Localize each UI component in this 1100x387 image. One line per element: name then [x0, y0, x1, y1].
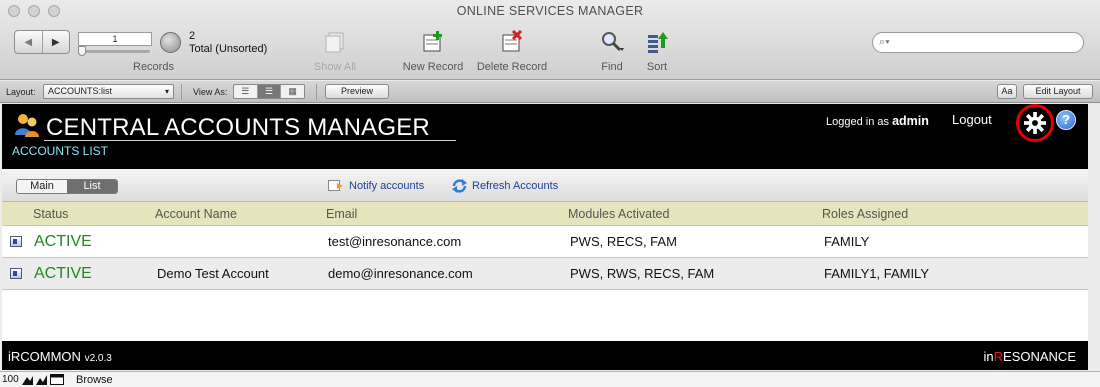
- sort-label: Sort: [646, 61, 668, 73]
- list-view-icon[interactable]: ☰: [257, 85, 282, 98]
- brand-highlight: R: [993, 349, 1004, 364]
- column-header-email: Email: [326, 207, 358, 221]
- record-count: 2: [189, 30, 196, 42]
- users-icon: [15, 114, 39, 137]
- record-pie-icon: [160, 32, 181, 53]
- app-footer: iRCOMMON v2.0.3 inRESONANCE: [2, 341, 1088, 370]
- column-header-status: Status: [33, 207, 69, 221]
- record-icon[interactable]: [10, 236, 22, 247]
- modules-cell: PWS, RWS, RECS, FAM: [570, 266, 715, 281]
- accounts-table: ACTIVE test@inresonance.com PWS, RECS, F…: [2, 226, 1088, 341]
- view-as-toggle[interactable]: ☰ ☰ ▦: [233, 84, 305, 99]
- tab-list[interactable]: List: [67, 180, 117, 193]
- settings-button[interactable]: [1016, 104, 1054, 142]
- zoom-in-icon[interactable]: [36, 374, 47, 385]
- tab-main[interactable]: Main: [17, 180, 67, 193]
- notify-accounts-button[interactable]: Notify accounts: [328, 178, 424, 193]
- refresh-accounts-label: Refresh Accounts: [472, 180, 559, 192]
- sort-icon: [648, 32, 668, 53]
- zoom-level[interactable]: 100: [2, 374, 19, 385]
- title-divider: [44, 140, 456, 141]
- email-cell: demo@inresonance.com: [328, 266, 473, 281]
- version-number: v2.0.3: [84, 353, 112, 364]
- next-record-icon[interactable]: ▶: [41, 31, 70, 53]
- delete-record-icon: [502, 30, 523, 52]
- page-title: CENTRAL ACCOUNTS MANAGER: [46, 114, 430, 141]
- refresh-icon: [452, 179, 467, 193]
- new-record-label: New Record: [402, 61, 464, 73]
- notify-accounts-label: Notify accounts: [349, 179, 425, 192]
- view-as-label: View As:: [193, 87, 228, 97]
- layout-select-value: ACCOUNTS:list: [48, 86, 113, 96]
- page-subtitle: ACCOUNTS LIST: [12, 144, 109, 158]
- status-cell: ACTIVE: [34, 265, 92, 282]
- brand-prefix: in: [983, 349, 994, 364]
- app-header: CENTRAL ACCOUNTS MANAGER ACCOUNTS LIST L…: [2, 104, 1088, 169]
- form-view-icon[interactable]: ☰: [234, 85, 258, 98]
- brand-suffix: ESONANCE: [1003, 349, 1076, 364]
- previous-record-icon[interactable]: ◀: [15, 31, 42, 53]
- status-area-toggle-icon[interactable]: [50, 374, 64, 385]
- show-all-icon: [325, 32, 344, 53]
- record-icon[interactable]: [10, 268, 22, 279]
- refresh-accounts-button[interactable]: Refresh Accounts: [451, 178, 558, 194]
- record-slider[interactable]: [80, 50, 150, 53]
- notify-icon: [328, 180, 343, 191]
- layout-divider: [181, 84, 182, 100]
- record-total-label: Total (Unsorted): [189, 43, 268, 55]
- product-name: iRCOMMON: [8, 349, 81, 364]
- logged-in-username: admin: [892, 114, 929, 128]
- preview-button[interactable]: Preview: [325, 84, 389, 99]
- chevron-down-icon: ▾: [164, 87, 169, 96]
- mode-indicator[interactable]: Browse: [76, 374, 113, 386]
- modules-cell: PWS, RECS, FAM: [570, 234, 677, 249]
- view-tabs: Main List: [16, 179, 118, 194]
- zoom-out-icon[interactable]: [22, 374, 33, 385]
- status-bar-controls: [22, 374, 64, 386]
- new-record-icon: [423, 31, 442, 52]
- new-record-button[interactable]: New Record: [392, 30, 474, 76]
- login-info: Logged in as admin: [826, 114, 929, 128]
- search-input[interactable]: ⌕▾: [872, 32, 1084, 53]
- column-header-roles: Roles Assigned: [822, 207, 909, 221]
- window-edge: [1088, 104, 1100, 370]
- column-header-account-name: Account Name: [155, 207, 237, 221]
- record-navigator[interactable]: ◀ ▶: [14, 30, 70, 54]
- show-all-button[interactable]: Show All: [294, 30, 376, 76]
- roles-cell: FAMILY: [824, 234, 870, 249]
- brand-logo: inRESONANCE: [984, 349, 1076, 364]
- window-title: ONLINE SERVICES MANAGER: [456, 4, 644, 18]
- logout-link[interactable]: Logout: [952, 112, 992, 127]
- table-view-icon[interactable]: ▦: [281, 85, 304, 98]
- gear-icon: [1024, 112, 1046, 134]
- roles-cell: FAMILY1, FAMILY: [824, 266, 929, 281]
- table-row[interactable]: ACTIVE Demo Test Account demo@inresonanc…: [2, 258, 1088, 290]
- search-icon: ⌕▾: [879, 36, 890, 48]
- window-toolbar: ONLINE SERVICES MANAGER ◀ ▶ 1 2 Total (U…: [0, 0, 1100, 80]
- column-header-modules: Modules Activated: [568, 207, 670, 221]
- layout-bar: Layout: ACCOUNTS:list ▾ View As: ☰ ☰ ▦ P…: [0, 81, 1100, 103]
- record-number-field[interactable]: 1: [78, 32, 152, 46]
- table-header: Status Account Name Email Modules Activa…: [2, 202, 1088, 226]
- product-version: iRCOMMON v2.0.3: [8, 349, 112, 364]
- layout-label: Layout:: [6, 87, 36, 97]
- account-name-cell: Demo Test Account: [157, 266, 269, 281]
- delete-record-button[interactable]: Delete Record: [471, 30, 553, 76]
- layout-select[interactable]: ACCOUNTS:list ▾: [43, 84, 174, 99]
- sort-button[interactable]: Sort: [616, 30, 698, 76]
- status-cell: ACTIVE: [34, 233, 92, 250]
- status-bar: 100 Browse: [0, 371, 1100, 387]
- records-label: Records: [133, 61, 174, 73]
- help-icon[interactable]: ?: [1056, 110, 1076, 130]
- font-toggle-button[interactable]: Aa: [997, 84, 1017, 99]
- action-strip: Main List Notify accounts Refresh Accoun…: [2, 169, 1088, 202]
- record-slider-handle[interactable]: [78, 46, 86, 56]
- logged-in-label: Logged in as: [826, 116, 889, 128]
- delete-record-label: Delete Record: [476, 61, 548, 73]
- edit-layout-button[interactable]: Edit Layout: [1023, 84, 1093, 99]
- layout-divider: [316, 84, 317, 100]
- email-cell: test@inresonance.com: [328, 234, 462, 249]
- table-row[interactable]: ACTIVE test@inresonance.com PWS, RECS, F…: [2, 226, 1088, 258]
- show-all-label: Show All: [313, 61, 357, 73]
